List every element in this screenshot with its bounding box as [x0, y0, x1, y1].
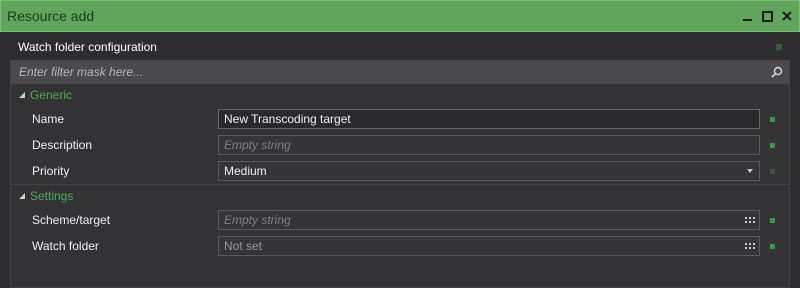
property-row-scheme: Scheme/target Empty string: [11, 207, 789, 233]
name-label: Name: [32, 112, 65, 126]
scheme-placeholder: Empty string: [224, 213, 291, 227]
ellipsis-grid-icon[interactable]: [745, 215, 755, 225]
filter-bar: [11, 61, 789, 83]
window-title: Resource add: [7, 8, 95, 24]
title-bar[interactable]: Resource add: [0, 0, 800, 32]
watch-folder-label: Watch folder: [32, 239, 99, 253]
scheme-status-indicator: [770, 217, 775, 223]
description-placeholder: Empty string: [224, 138, 291, 152]
property-row-priority: Priority Medium: [11, 158, 789, 184]
property-row-description: Description Empty string: [11, 132, 789, 158]
name-field[interactable]: New Transcoding target: [218, 109, 760, 129]
maximize-icon[interactable]: [761, 10, 773, 22]
header-status-indicator: [776, 44, 782, 50]
description-label: Description: [32, 138, 93, 152]
priority-select[interactable]: Medium: [218, 161, 760, 181]
section-label-generic: Generic: [30, 88, 73, 102]
search-icon[interactable]: [771, 66, 783, 78]
section-header-settings[interactable]: Settings: [11, 185, 789, 207]
scheme-field[interactable]: Empty string: [218, 210, 760, 230]
section-generic: Generic Name New Transcoding target Desc…: [11, 83, 789, 184]
page-title: Watch folder configuration: [18, 40, 157, 54]
watch-folder-value: Not set: [224, 239, 263, 253]
name-status-indicator: [770, 116, 775, 122]
priority-status-indicator: [770, 168, 775, 174]
property-row-name: Name New Transcoding target: [11, 106, 789, 132]
description-field[interactable]: Empty string: [218, 135, 760, 155]
minimize-icon[interactable]: [741, 10, 753, 22]
filter-input[interactable]: [19, 65, 719, 79]
section-header-generic[interactable]: Generic: [11, 84, 789, 106]
property-row-watch-folder: Watch folder Not set: [11, 233, 789, 259]
scheme-label: Scheme/target: [32, 213, 111, 227]
ellipsis-grid-icon[interactable]: [745, 241, 755, 251]
property-grid: Generic Name New Transcoding target Desc…: [10, 60, 790, 288]
close-icon[interactable]: [781, 10, 793, 22]
section-label-settings: Settings: [30, 189, 74, 203]
watch-folder-status-indicator: [770, 243, 775, 249]
expand-triangle-icon[interactable]: [19, 92, 25, 98]
description-status-indicator: [770, 142, 775, 148]
priority-label: Priority: [32, 164, 70, 178]
section-settings: Settings Scheme/target Empty string Watc…: [11, 184, 789, 259]
window-controls: [741, 10, 799, 22]
resource-add-window: Resource add Watch folder configuration …: [0, 0, 800, 288]
config-header: Watch folder configuration: [0, 32, 800, 62]
watch-folder-field[interactable]: Not set: [218, 236, 760, 256]
priority-value: Medium: [224, 164, 267, 178]
dropdown-arrow-icon[interactable]: [747, 169, 753, 173]
name-value: New Transcoding target: [224, 112, 351, 126]
expand-triangle-icon[interactable]: [19, 193, 25, 199]
